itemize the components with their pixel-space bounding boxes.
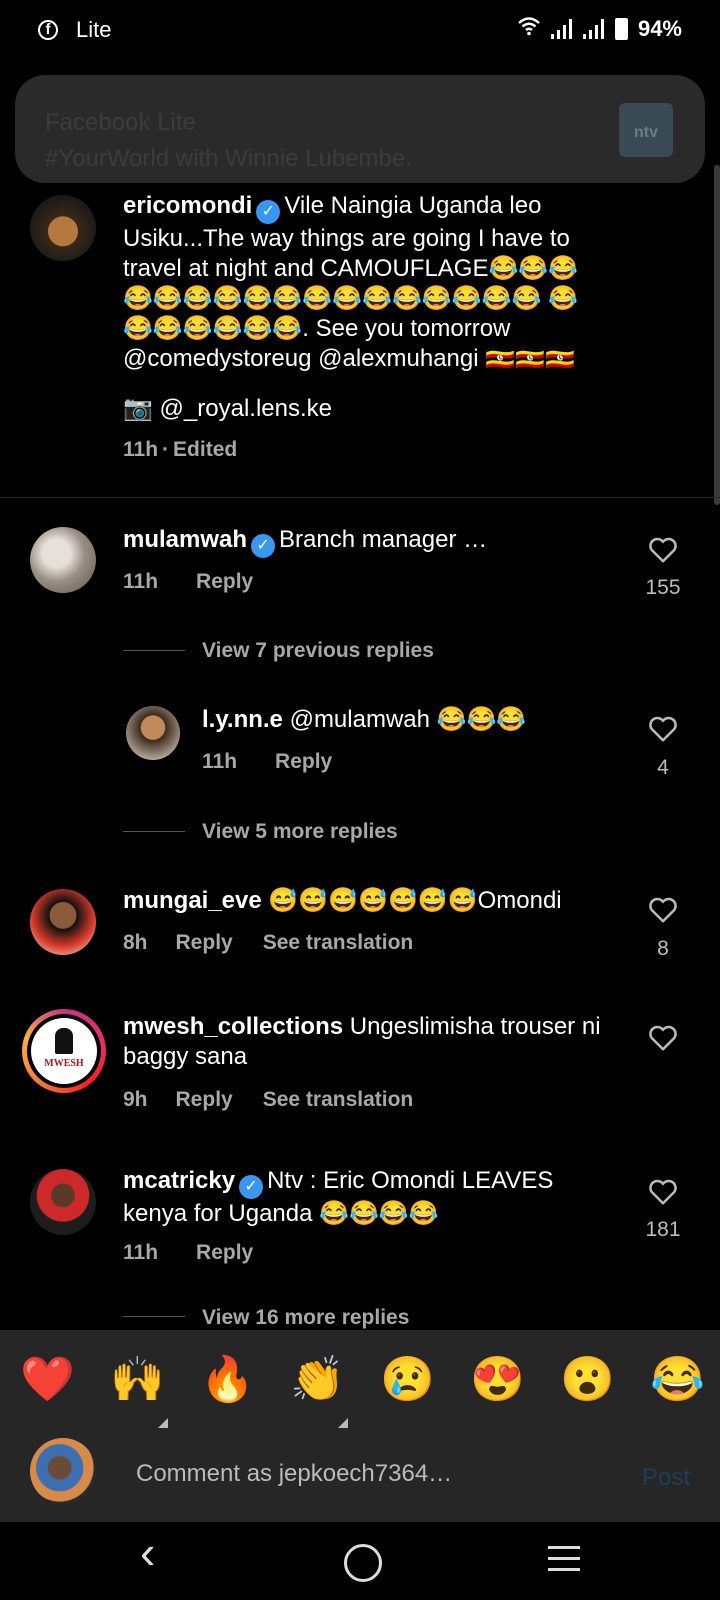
like-heart-icon[interactable]	[646, 1178, 680, 1211]
like-heart-icon[interactable]	[646, 536, 680, 569]
reply-button[interactable]: Reply	[196, 1241, 253, 1264]
home-icon[interactable]	[344, 1544, 382, 1582]
comment-username[interactable]: mungai_eve	[123, 887, 262, 914]
comment-time: 11h	[123, 570, 159, 593]
emoji-heart-eyes-button[interactable]: 😍	[470, 1350, 525, 1410]
skin-tone-indicator	[338, 1418, 348, 1428]
avatar[interactable]	[30, 527, 96, 593]
reply-button[interactable]: Reply	[275, 750, 332, 773]
caption-time: 11h	[123, 438, 159, 461]
view-more-replies[interactable]: View 16 more replies	[202, 1306, 409, 1330]
battery-percent: 94%	[637, 16, 682, 41]
view-previous-replies[interactable]: View 7 previous replies	[202, 639, 434, 663]
status-right: 94%	[517, 16, 682, 42]
comment-username[interactable]: mulamwah	[123, 526, 247, 553]
comment-line: mungai_eve 😅😅😅😅😅😅😅Omondi	[123, 886, 603, 916]
like-count: 8	[657, 937, 669, 960]
emoji-raised-hands-button[interactable]: 🙌	[110, 1350, 165, 1410]
dot-separator: ·	[162, 438, 170, 461]
recents-icon[interactable]	[548, 1546, 580, 1571]
notification-title: Facebook Lite	[45, 109, 196, 136]
comment-meta: 9h Reply See translation	[123, 1088, 451, 1112]
view-more-replies[interactable]: View 5 more replies	[202, 820, 398, 844]
avatar-inner: MWESH	[31, 1018, 97, 1084]
ntv-logo: ntv	[619, 103, 673, 157]
reply-username[interactable]: l.y.nn.e	[202, 706, 283, 733]
mwesh-logo-figure	[55, 1028, 73, 1054]
avatar[interactable]	[126, 706, 180, 760]
comment-time: 8h	[123, 931, 148, 954]
reply-button[interactable]: Reply	[196, 570, 253, 593]
comment-time: 11h	[123, 1241, 159, 1264]
avatar[interactable]	[30, 195, 96, 261]
status-bar: f Lite 94%	[0, 0, 720, 62]
comment-meta: 11h Reply	[123, 1241, 291, 1265]
post-button[interactable]: Post	[642, 1464, 690, 1492]
like-heart-icon[interactable]	[646, 1024, 680, 1057]
my-avatar[interactable]	[30, 1438, 96, 1504]
comment-username[interactable]: mwesh_collections	[123, 1013, 343, 1040]
comment-username[interactable]: mcatricky	[123, 1167, 235, 1194]
verified-badge-icon: ✓	[256, 200, 281, 224]
emoji-laugh-button[interactable]: 😂	[650, 1350, 705, 1410]
reply-button[interactable]: Reply	[176, 931, 233, 954]
notification-subtitle: #YourWorld with Winnie Lubembe.	[45, 145, 412, 172]
caption-credit: 📷 @_royal.lens.ke	[123, 395, 332, 422]
emoji-fire-button[interactable]: 🔥	[200, 1350, 255, 1410]
like-heart-icon[interactable]	[646, 715, 680, 748]
wifi-icon	[517, 16, 541, 42]
status-app-name: Lite	[76, 17, 112, 42]
caption-text-wrap: ericomondi ✓ Vile Naingia Uganda leo Usiku…	[123, 191, 603, 374]
caption-edited: Edited	[173, 438, 238, 461]
emoji-sad-button[interactable]: 😢	[380, 1350, 435, 1410]
notification-banner[interactable]: Facebook Lite #YourWorld with Winnie Lub…	[15, 75, 705, 183]
verified-badge-icon: ✓	[251, 534, 276, 558]
mwesh-logo-text: MWESH	[44, 1058, 84, 1069]
reply-button[interactable]: Reply	[176, 1088, 233, 1111]
comment-bar: Comment as jepkoech7364… Post	[0, 1434, 720, 1522]
see-translation-link[interactable]: See translation	[263, 1088, 414, 1111]
reaction-bar: ❤️ 🙌 🔥 👏 😢 😍 😮 😂	[0, 1330, 720, 1434]
like-count: 4	[657, 756, 669, 779]
comment-line: mulamwah ✓ Branch manager …	[123, 525, 603, 558]
divider	[0, 497, 720, 498]
emoji-clap-button[interactable]: 👏	[290, 1350, 345, 1410]
thread-line	[123, 831, 185, 832]
emoji-heart-button[interactable]: ❤️	[20, 1350, 75, 1410]
avatar[interactable]	[30, 889, 96, 955]
back-icon[interactable]: ‹	[140, 1529, 155, 1575]
emoji-surprised-button[interactable]: 😮	[560, 1350, 615, 1410]
signal-icon-2	[582, 19, 605, 39]
facebook-icon: f	[38, 20, 58, 40]
reply-time: 11h	[202, 750, 238, 773]
like-heart-icon[interactable]	[646, 896, 680, 929]
thread-line	[123, 1316, 185, 1317]
caption-block: ericomondi ✓ Vile Naingia Uganda leo Usiku…	[123, 191, 603, 374]
comment-line: mcatricky ✓ Ntv : Eric Omondi LEAVES kenya…	[123, 1166, 603, 1229]
caption-meta: 11h · Edited	[123, 438, 275, 462]
scrollbar[interactable]	[714, 165, 720, 505]
skin-tone-indicator	[158, 1418, 168, 1428]
reply-meta: 11h Reply	[202, 750, 370, 774]
verified-badge-icon: ✓	[239, 1175, 264, 1199]
reply-text: @mulamwah 😂😂😂	[289, 706, 527, 733]
like-count: 181	[645, 1218, 681, 1241]
reply-line: l.y.nn.e @mulamwah 😂😂😂	[202, 705, 622, 735]
system-nav-bar: ‹	[0, 1522, 720, 1600]
thread-line	[123, 650, 185, 651]
caption-username[interactable]: ericomondi	[123, 192, 252, 219]
caption-text: Vile Naingia Uganda leo Usiku...The way …	[123, 192, 579, 372]
comment-text: 😅😅😅😅😅😅😅Omondi	[268, 887, 562, 914]
like-count: 155	[645, 576, 681, 599]
comment-text: Branch manager …	[279, 526, 488, 553]
comment-meta: 8h Reply See translation	[123, 931, 451, 955]
comment-time: 9h	[123, 1088, 148, 1111]
comment-meta: 11h Reply	[123, 570, 291, 594]
signal-icon	[550, 19, 573, 39]
see-translation-link[interactable]: See translation	[263, 931, 414, 954]
comment-line: mwesh_collections Ungeslimisha trouser n…	[123, 1012, 623, 1072]
battery-icon	[614, 18, 628, 40]
comment-input[interactable]: Comment as jepkoech7364…	[136, 1460, 452, 1488]
avatar[interactable]	[30, 1169, 96, 1235]
